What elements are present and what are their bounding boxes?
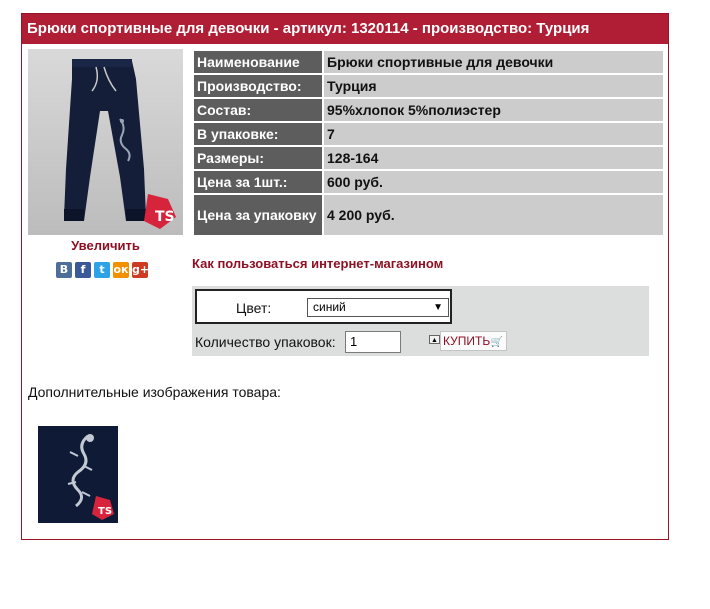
product-specs-table: Наименование Брюки спортивные для девочки… bbox=[192, 49, 665, 237]
quantity-input[interactable]: 1 bbox=[345, 331, 401, 353]
color-select-value: синий bbox=[313, 300, 346, 314]
quantity-up-icon[interactable]: ▲ bbox=[429, 335, 440, 344]
color-option-box: Цвет: синий ▼ bbox=[195, 289, 452, 324]
spec-row: Производство: Турция bbox=[194, 75, 663, 97]
extra-image-thumbnail[interactable]: TS bbox=[38, 426, 118, 523]
spec-label: В упаковке: bbox=[194, 123, 322, 145]
spec-value: 95%хлопок 5%полиэстер bbox=[324, 99, 663, 121]
cart-icon: 🛒 bbox=[490, 337, 503, 348]
spec-label: Размеры: bbox=[194, 147, 322, 169]
spec-value: 600 руб. bbox=[324, 171, 663, 193]
spec-row: Цена за 1шт.: 600 руб. bbox=[194, 171, 663, 193]
color-select[interactable]: синий ▼ bbox=[307, 298, 449, 317]
dropdown-arrow-icon: ▼ bbox=[433, 302, 443, 313]
spec-label: Цена за 1шт.: bbox=[194, 171, 322, 193]
svg-text:TS: TS bbox=[98, 506, 112, 517]
spec-value: Брюки спортивные для девочки bbox=[324, 51, 663, 73]
spec-label: Наименование bbox=[194, 51, 322, 73]
spec-row: В упаковке: 7 bbox=[194, 123, 663, 145]
extra-images-label: Дополнительные изображения товара: bbox=[28, 384, 281, 400]
enlarge-link[interactable]: Увеличить bbox=[28, 238, 183, 253]
spec-label: Состав: bbox=[194, 99, 322, 121]
how-to-use-link[interactable]: Как пользоваться интернет-магазином bbox=[192, 256, 443, 271]
buy-button[interactable]: КУПИТЬ 🛒 bbox=[440, 331, 507, 351]
spec-value: Турция bbox=[324, 75, 663, 97]
spec-row: Наименование Брюки спортивные для девочки bbox=[194, 51, 663, 73]
buy-button-label: КУПИТЬ bbox=[443, 334, 491, 348]
order-form: Цвет: синий ▼ Количество упаковок: 1 ▲ ▼… bbox=[192, 286, 649, 356]
google-plus-icon[interactable]: g+ bbox=[132, 262, 149, 278]
product-title: Брюки спортивные для девочки - артикул: … bbox=[22, 14, 668, 44]
quantity-label: Количество упаковок: bbox=[195, 334, 336, 350]
spec-row: Состав: 95%хлопок 5%полиэстер bbox=[194, 99, 663, 121]
svg-text:TS: TS bbox=[155, 209, 175, 225]
vk-icon[interactable]: В bbox=[56, 262, 72, 278]
lizard-print-image: TS bbox=[38, 426, 118, 523]
odnoklassniki-icon[interactable]: ок bbox=[113, 262, 129, 278]
product-photo[interactable]: TS bbox=[28, 49, 183, 235]
pants-image: TS bbox=[64, 59, 176, 229]
spec-value: 7 bbox=[324, 123, 663, 145]
twitter-icon[interactable]: t bbox=[94, 262, 110, 278]
spec-row: Размеры: 128-164 bbox=[194, 147, 663, 169]
product-panel: Брюки спортивные для девочки - артикул: … bbox=[21, 13, 669, 540]
spec-value: 4 200 руб. bbox=[324, 195, 663, 235]
spec-label: Цена за упаковку bbox=[194, 195, 322, 235]
facebook-icon[interactable]: f bbox=[75, 262, 91, 278]
spec-label: Производство: bbox=[194, 75, 322, 97]
spec-row: Цена за упаковку 4 200 руб. bbox=[194, 195, 663, 235]
social-share-bar: Вf t ок g+ bbox=[56, 262, 149, 278]
spec-value: 128-164 bbox=[324, 147, 663, 169]
color-label: Цвет: bbox=[236, 300, 272, 316]
